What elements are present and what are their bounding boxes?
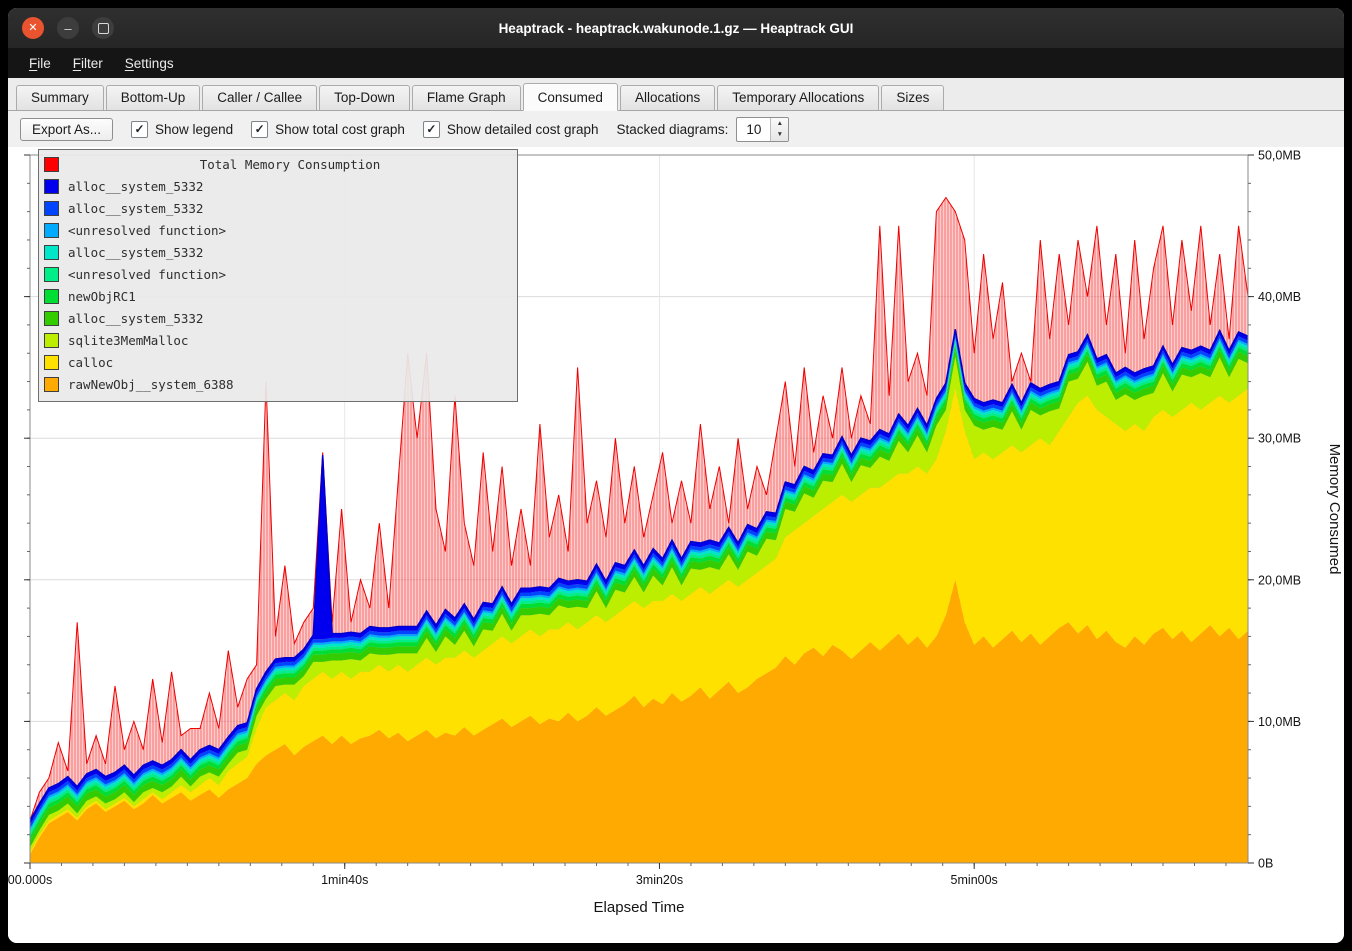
tab-flame-graph[interactable]: Flame Graph (412, 85, 521, 110)
legend-label: <unresolved function> (68, 267, 226, 282)
legend-item[interactable]: alloc__system_5332 (44, 241, 512, 263)
show-legend-checkbox[interactable] (131, 121, 148, 138)
legend-label: rawNewObj__system_6388 (68, 377, 234, 392)
show-detailed-cost-option[interactable]: Show detailed cost graph (423, 121, 599, 138)
tab-caller-callee[interactable]: Caller / Callee (202, 85, 317, 110)
legend-item[interactable]: newObjRC1 (44, 285, 512, 307)
legend-swatch-icon (44, 355, 59, 370)
spinner-buttons: ▲ ▼ (770, 118, 788, 141)
x-axis-title: Elapsed Time (594, 899, 685, 916)
y-tick-label: 50,0MB (1258, 149, 1301, 163)
legend-item[interactable]: calloc (44, 351, 512, 373)
x-tick-label: 5min00s (951, 873, 998, 887)
legend-label: alloc__system_5332 (68, 201, 203, 216)
y-tick-label: 20,0MB (1258, 573, 1301, 587)
legend-label: sqlite3MemMalloc (68, 333, 188, 348)
tab-consumed[interactable]: Consumed (523, 83, 618, 111)
show-total-cost-label: Show total cost graph (275, 122, 405, 137)
menubar: File Filter Settings (8, 48, 1344, 78)
legend-swatch-icon (44, 267, 59, 282)
y-tick-label: 40,0MB (1258, 290, 1301, 304)
stacked-diagrams-spinner[interactable]: 10 ▲ ▼ (736, 117, 789, 142)
legend-item[interactable]: <unresolved function> (44, 263, 512, 285)
spinner-up-icon[interactable]: ▲ (771, 118, 788, 130)
legend-label: alloc__system_5332 (68, 179, 203, 194)
legend-item[interactable]: sqlite3MemMalloc (44, 329, 512, 351)
show-total-cost-checkbox[interactable] (251, 121, 268, 138)
minimize-button[interactable] (57, 17, 79, 39)
y-axis-title: Memory Consumed (1326, 444, 1343, 575)
stacked-diagrams-group: Stacked diagrams: 10 ▲ ▼ (617, 117, 790, 142)
legend-item[interactable]: alloc__system_5332 (44, 307, 512, 329)
legend-swatch-icon (44, 289, 59, 304)
legend-box: Total Memory Consumption alloc__system_5… (38, 149, 518, 402)
legend-item[interactable]: alloc__system_5332 (44, 197, 512, 219)
tab-summary[interactable]: Summary (16, 85, 104, 110)
legend-swatch-icon (44, 223, 59, 238)
spinner-down-icon[interactable]: ▼ (771, 129, 788, 141)
titlebar[interactable]: Heaptrack - heaptrack.wakunode.1.gz — He… (8, 8, 1344, 48)
legend-item[interactable]: <unresolved function> (44, 219, 512, 241)
export-as-button[interactable]: Export As... (20, 118, 113, 141)
legend-swatch-icon (44, 333, 59, 348)
stacked-diagrams-label: Stacked diagrams: (617, 122, 729, 137)
menu-filter[interactable]: Filter (64, 52, 112, 75)
y-tick-label: 30,0MB (1258, 432, 1301, 446)
show-legend-option[interactable]: Show legend (131, 121, 233, 138)
legend-swatch-icon (44, 201, 59, 216)
app-window: Heaptrack - heaptrack.wakunode.1.gz — He… (8, 8, 1344, 943)
legend-label: calloc (68, 355, 113, 370)
tab-top-down[interactable]: Top-Down (319, 85, 410, 110)
menu-file[interactable]: File (20, 52, 60, 75)
toolbar: Export As... Show legend Show total cost… (8, 111, 1344, 147)
legend-swatch-icon (44, 311, 59, 326)
window-title: Heaptrack - heaptrack.wakunode.1.gz — He… (8, 21, 1344, 36)
y-tick-label: 10,0MB (1258, 715, 1301, 729)
x-tick-label: 00.000s (8, 873, 52, 887)
legend-items: alloc__system_5332 alloc__system_5332 <unr… (44, 175, 512, 395)
tab-bottom-up[interactable]: Bottom-Up (106, 85, 201, 110)
legend-label: newObjRC1 (68, 289, 136, 304)
legend-title: Total Memory Consumption (68, 157, 512, 172)
legend-label: <unresolved function> (68, 223, 226, 238)
y-tick-label: 0B (1258, 857, 1273, 871)
legend-swatch-icon (44, 377, 59, 392)
show-total-cost-option[interactable]: Show total cost graph (251, 121, 405, 138)
legend-title-swatch (44, 157, 59, 172)
tabbar: Summary Bottom-Up Caller / Callee Top-Do… (8, 78, 1344, 111)
show-detailed-cost-label: Show detailed cost graph (447, 122, 599, 137)
maximize-button[interactable] (92, 17, 114, 39)
tab-allocations[interactable]: Allocations (620, 85, 715, 110)
chart-region: 00.000s 1min40s 3min20s 5min00s 0B 10,0MB 20,0… (8, 147, 1344, 943)
window-controls (22, 17, 114, 39)
close-button[interactable] (22, 17, 44, 39)
legend-title-row: Total Memory Consumption (44, 153, 512, 175)
x-tick-label: 1min40s (321, 873, 368, 887)
legend-item[interactable]: alloc__system_5332 (44, 175, 512, 197)
stacked-diagrams-value[interactable]: 10 (737, 118, 770, 141)
show-detailed-cost-checkbox[interactable] (423, 121, 440, 138)
tab-temporary-allocations[interactable]: Temporary Allocations (717, 85, 879, 110)
legend-item[interactable]: rawNewObj__system_6388 (44, 373, 512, 395)
legend-swatch-icon (44, 179, 59, 194)
x-tick-label: 3min20s (636, 873, 683, 887)
show-legend-label: Show legend (155, 122, 233, 137)
legend-label: alloc__system_5332 (68, 311, 203, 326)
legend-swatch-icon (44, 245, 59, 260)
legend-label: alloc__system_5332 (68, 245, 203, 260)
tab-sizes[interactable]: Sizes (881, 85, 944, 110)
menu-settings[interactable]: Settings (116, 52, 183, 75)
